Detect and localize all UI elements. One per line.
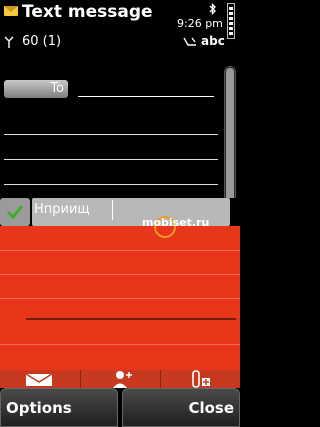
to-label: To [50, 81, 64, 96]
battery-icon [227, 3, 235, 39]
add-recipient-button[interactable] [81, 370, 160, 388]
attach-button[interactable] [161, 370, 240, 388]
scroll-thumb[interactable] [226, 68, 234, 208]
pane-guide-line [0, 274, 240, 275]
clock: 9:26 pm [177, 17, 223, 30]
message-editor[interactable]: To [0, 56, 240, 202]
message-line[interactable] [4, 184, 218, 185]
pane-guide-line [0, 344, 240, 345]
pane-guide-line [0, 298, 240, 299]
handwriting-mode-icon [183, 37, 196, 46]
attach-icon [192, 370, 210, 388]
checkmark-icon [6, 205, 24, 220]
message-line[interactable] [4, 159, 218, 160]
text-caret [112, 200, 113, 220]
watermark-text: mobiset.ru [142, 216, 210, 229]
input-mode-indicator: abc [201, 34, 225, 48]
handwriting-input-pane[interactable]: mobiset.ru [0, 216, 240, 370]
status-bar: Text message 9:26 pm 60 (1) abc [0, 0, 240, 52]
pane-guide-line [0, 250, 240, 251]
close-label: Close [188, 399, 234, 417]
softkey-bar: Options Close [0, 388, 240, 427]
writing-baseline [26, 318, 236, 320]
recipient-field[interactable] [78, 96, 214, 97]
close-button[interactable]: Close [122, 388, 240, 427]
character-counter: 60 (1) [22, 34, 62, 49]
message-icon [25, 373, 53, 386]
message-line[interactable] [4, 134, 218, 135]
to-button[interactable]: To [4, 80, 68, 98]
antenna-icon [4, 36, 14, 48]
send-message-button[interactable] [0, 370, 80, 388]
options-button[interactable]: Options [0, 388, 118, 427]
app-title: Text message [22, 2, 153, 22]
options-label: Options [6, 399, 72, 417]
toolbar [0, 370, 240, 388]
envelope-icon [4, 6, 18, 16]
predicted-word: Нприищ [34, 202, 90, 217]
add-recipient-icon [113, 371, 132, 388]
bluetooth-icon [209, 2, 216, 16]
accept-word-button[interactable] [0, 198, 30, 226]
